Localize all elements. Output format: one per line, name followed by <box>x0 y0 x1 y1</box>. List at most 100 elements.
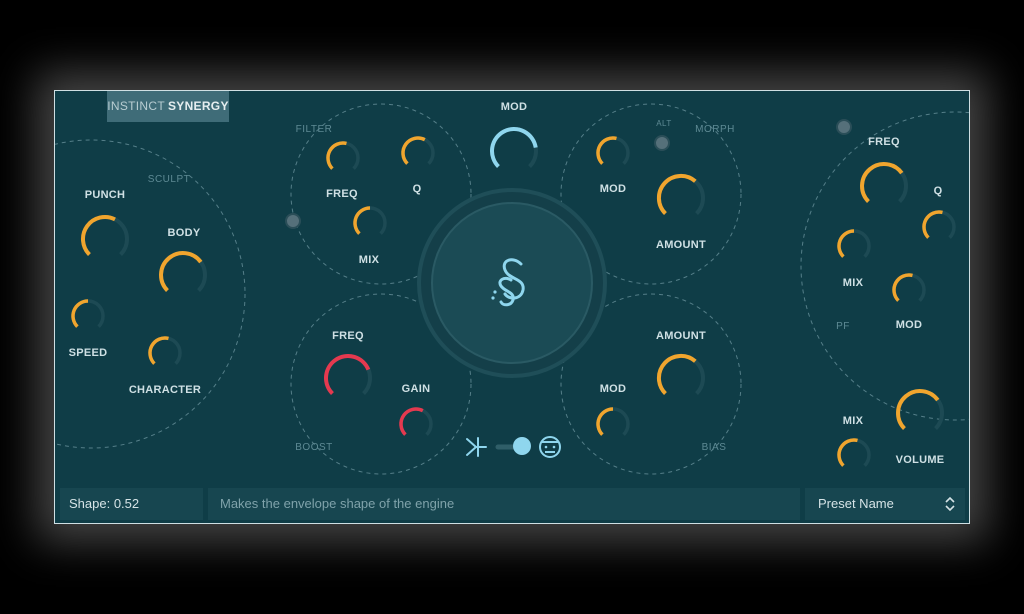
label-speed: SPEED <box>68 347 108 359</box>
plugin-window: INSTINCT SYNERGY SCULPT FILTER MORPH ALT … <box>54 90 970 524</box>
filter-freq-knob-graphic <box>326 141 360 170</box>
out-mix-knob-graphic <box>837 438 871 467</box>
filter-toggle-dot[interactable] <box>285 213 301 229</box>
character-knob[interactable] <box>144 332 186 374</box>
label-mod-top: MOD <box>500 101 528 113</box>
mode-switch[interactable] <box>464 433 564 463</box>
pf-freq-knob-graphic <box>860 162 908 203</box>
label-filter-q: Q <box>412 183 422 195</box>
fork-icon <box>466 437 487 457</box>
speed-knob[interactable] <box>67 295 109 337</box>
hint-bar: Makes the envelope shape of the engine <box>208 488 800 520</box>
speed-knob-graphic <box>71 299 105 328</box>
knob-value-arc <box>401 136 426 165</box>
filter-mix-knob-graphic <box>353 206 387 235</box>
pf-mix-knob-graphic <box>837 229 871 258</box>
center-engine[interactable] <box>417 188 607 378</box>
bias-mod-knob-graphic <box>596 407 630 436</box>
pf-mod-knob-graphic <box>892 273 926 302</box>
label-pf-q: Q <box>933 185 943 197</box>
label-out-mix: MIX <box>842 415 864 427</box>
robot-face-icon <box>539 436 561 458</box>
boost-gain-knob-graphic <box>399 407 433 436</box>
mode-switch-thumb <box>513 437 531 455</box>
out-mix-knob[interactable] <box>833 434 875 476</box>
knob-value-arc <box>326 141 347 170</box>
label-volume: VOLUME <box>895 454 945 466</box>
body-knob-graphic <box>159 251 207 292</box>
ring-sculpt <box>55 139 246 449</box>
knob-value-arc <box>896 389 940 430</box>
status-readout: Shape: 0.52 <box>60 488 203 520</box>
label-body: BODY <box>167 227 201 239</box>
boost-freq-knob[interactable] <box>320 350 376 406</box>
boost-gain-knob[interactable] <box>395 403 437 445</box>
preset-name: Preset Name <box>818 496 894 511</box>
mod-top-knob-graphic <box>490 127 538 168</box>
synergy-s-logo-icon <box>491 258 525 307</box>
label-morph-mod: MOD <box>599 183 627 195</box>
section-label-sculpt: SCULPT <box>147 174 191 185</box>
knob-value-arc <box>596 136 617 165</box>
knob-value-arc <box>922 210 943 239</box>
mod-top-knob[interactable] <box>486 123 542 179</box>
morph-amount-knob[interactable] <box>653 170 709 226</box>
knob-value-arc <box>892 273 913 302</box>
pf-q-knob-graphic <box>922 210 956 239</box>
section-label-pf: PF <box>836 321 850 332</box>
filter-q-knob-graphic <box>401 136 435 165</box>
section-label-alt: ALT <box>656 119 672 128</box>
section-label-filter: FILTER <box>295 124 333 135</box>
alt-toggle-dot[interactable] <box>654 135 670 151</box>
section-label-bias: BIAS <box>701 442 727 453</box>
label-boost-gain: GAIN <box>401 383 431 395</box>
pf-mod-knob[interactable] <box>888 269 930 311</box>
character-knob-graphic <box>148 336 182 365</box>
morph-mod-knob[interactable] <box>592 132 634 174</box>
knob-value-arc <box>148 336 169 365</box>
knob-value-arc <box>81 215 116 256</box>
label-morph-amount: AMOUNT <box>655 239 707 251</box>
preset-selector[interactable]: Preset Name <box>805 488 965 520</box>
label-punch: PUNCH <box>84 189 126 201</box>
label-boost-freq: FREQ <box>332 330 364 342</box>
filter-q-knob[interactable] <box>397 132 439 174</box>
morph-amount-knob-graphic <box>656 173 705 215</box>
label-filter-mix: MIX <box>358 254 380 266</box>
section-label-boost: BOOST <box>295 442 333 453</box>
knob-value-arc <box>490 127 538 168</box>
label-bias-amount: AMOUNT <box>655 330 707 342</box>
up-down-arrows-icon[interactable] <box>945 496 955 512</box>
punch-knob[interactable] <box>77 211 133 267</box>
volume-knob[interactable] <box>892 385 948 441</box>
bias-amount-knob[interactable] <box>653 350 709 406</box>
label-filter-freq: FREQ <box>326 188 358 200</box>
bias-amount-knob-graphic <box>656 353 705 395</box>
knob-value-arc <box>837 438 858 467</box>
pf-freq-knob[interactable] <box>856 158 912 214</box>
label-pf-mod: MOD <box>895 319 923 331</box>
label-pf-mix: MIX <box>842 277 864 289</box>
knob-value-arc <box>656 173 697 215</box>
knob-value-arc <box>860 162 904 203</box>
label-bias-mod: MOD <box>599 383 627 395</box>
boost-freq-knob-graphic <box>324 354 372 395</box>
punch-knob-graphic <box>81 215 129 256</box>
knob-value-arc <box>159 251 203 292</box>
status-text: Shape: 0.52 <box>69 496 140 511</box>
knob-value-arc <box>656 353 697 395</box>
pf-toggle-dot[interactable] <box>836 119 852 135</box>
section-label-morph: MORPH <box>695 124 735 135</box>
hint-text: Makes the envelope shape of the engine <box>220 496 455 511</box>
filter-mix-knob[interactable] <box>349 202 391 244</box>
body-knob[interactable] <box>155 247 211 303</box>
knob-value-arc <box>399 407 424 436</box>
label-character: CHARACTER <box>128 384 202 396</box>
morph-mod-knob-graphic <box>596 136 630 165</box>
pf-q-knob[interactable] <box>918 206 960 248</box>
volume-knob-graphic <box>896 389 944 430</box>
pf-mix-knob[interactable] <box>833 225 875 267</box>
filter-freq-knob[interactable] <box>322 137 364 179</box>
label-pf-freq: FREQ <box>868 136 900 148</box>
bias-mod-knob[interactable] <box>592 403 634 445</box>
